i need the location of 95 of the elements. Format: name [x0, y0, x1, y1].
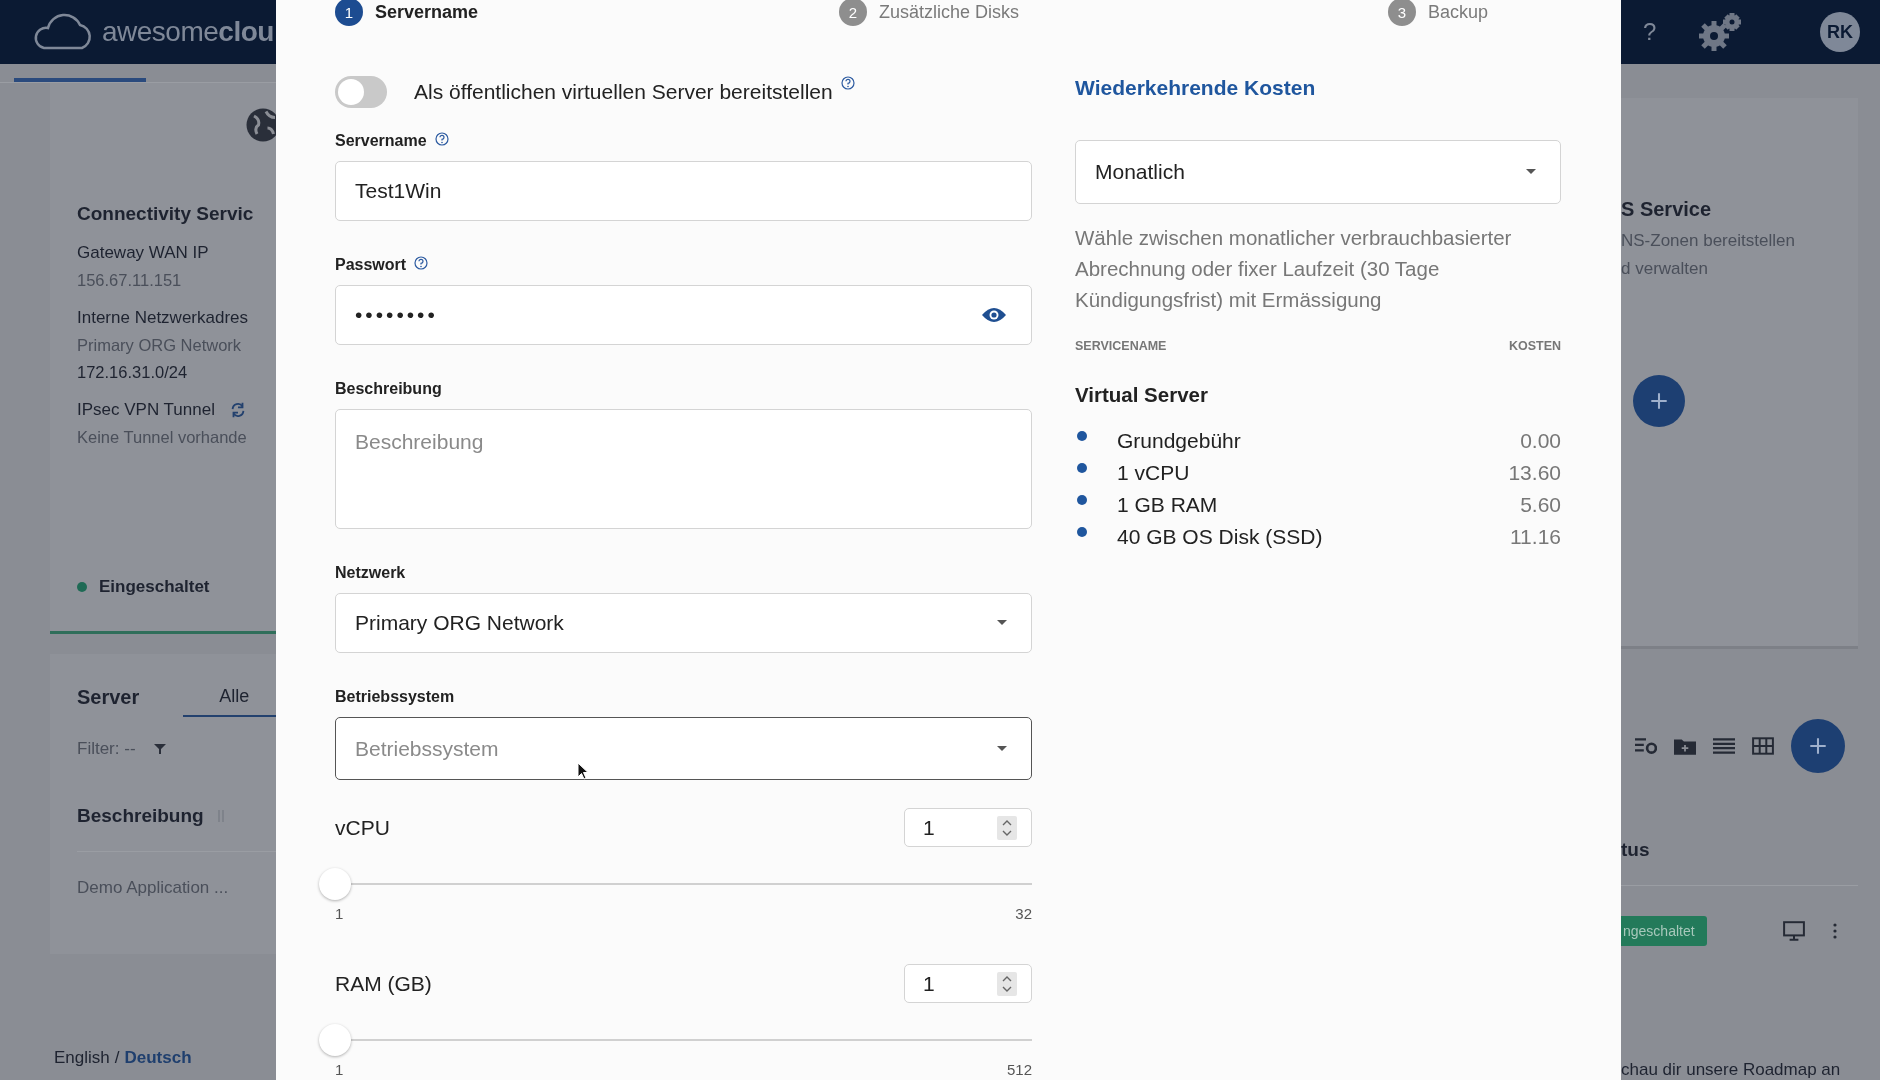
mouse-cursor-icon — [577, 762, 589, 780]
folder-icon[interactable] — [1674, 737, 1696, 755]
field-label: Passwort — [335, 256, 407, 274]
bullet-dot — [1077, 495, 1087, 505]
card-title: Connectivity Servic — [77, 203, 255, 225]
description-field[interactable]: Beschreibung — [335, 409, 1032, 529]
filter-icon[interactable] — [153, 743, 166, 755]
help-icon[interactable] — [840, 76, 855, 90]
table-cell-text: Demo Application ... — [77, 878, 230, 898]
add-button[interactable] — [1633, 375, 1685, 427]
slider-max: 32 — [1015, 905, 1032, 922]
step-number[interactable]: 3 — [1388, 0, 1416, 26]
help-icon[interactable] — [414, 256, 429, 270]
field-value: 156.67.11.151 — [77, 271, 183, 290]
spinner-icon[interactable] — [997, 815, 1017, 840]
network-select[interactable]: Primary ORG Network — [335, 593, 1032, 653]
field-label: IPsec VPN Tunnel — [77, 400, 215, 420]
os-select[interactable]: Betriebssystem — [335, 717, 1032, 780]
field-label: Interne Netzwerkadres — [77, 308, 249, 328]
column-header: SERVICENAME — [1075, 339, 1167, 353]
caret-icon — [997, 745, 1007, 752]
eye-icon[interactable] — [981, 306, 1007, 324]
help-button[interactable]: ? — [1643, 18, 1657, 46]
cost-item: 1 vCPU — [1117, 461, 1191, 485]
field-value: 172.16.31.0/24 — [77, 363, 189, 382]
slider-thumb[interactable] — [319, 1024, 351, 1056]
cost-item: 1 GB RAM — [1117, 493, 1219, 517]
bullet-dot — [1077, 463, 1087, 473]
ram-slider[interactable] — [319, 1023, 1032, 1057]
slider-min: 1 — [335, 905, 344, 922]
separator-text: / — [114, 1048, 120, 1068]
step-label[interactable]: Zusätzliche Disks — [879, 1, 1020, 23]
list-view-icon[interactable] — [1713, 737, 1735, 755]
cost-value: 0.00 — [1520, 429, 1561, 453]
cost-item: Grundgebühr — [1117, 429, 1242, 453]
bullet-dot — [1077, 527, 1087, 537]
step-number[interactable]: 1 — [335, 0, 363, 26]
card-title: S Service — [1621, 198, 1713, 221]
logo-text: awesomeclou — [102, 16, 274, 48]
vcpu-slider[interactable] — [319, 867, 1032, 901]
slider-label: vCPU — [335, 815, 390, 840]
footer-text: chau dir unsere Roadmap an — [1621, 1060, 1841, 1080]
language-link[interactable]: Deutsch — [124, 1048, 192, 1068]
toggle-switch[interactable] — [335, 76, 387, 108]
slider-max: 512 — [1006, 1061, 1032, 1078]
plus-icon — [1809, 737, 1827, 755]
user-avatar[interactable]: RK — [1820, 12, 1860, 52]
slider-min: 1 — [335, 1061, 344, 1078]
number-field[interactable]: 1 — [904, 808, 1032, 847]
monitor-icon[interactable] — [1782, 921, 1805, 941]
language-link[interactable]: English — [54, 1048, 110, 1068]
field-value: Primary ORG Network — [77, 336, 243, 355]
status-dot — [77, 582, 87, 592]
add-button[interactable] — [1791, 719, 1845, 773]
more-icon[interactable] — [1832, 923, 1837, 939]
spinner-icon[interactable] — [997, 971, 1017, 996]
info-text: Wähle zwischen monatlicher verbrauchbasierter Abrechnung oder fixer Laufzeit (30 Tage Kündigungsfrist) mit Ermässigung — [1075, 225, 1513, 313]
field-label: Betriebssystem — [335, 688, 455, 706]
field-label: Netzwerk — [335, 564, 406, 582]
servername-field[interactable]: Test1Win — [335, 161, 1032, 221]
list-settings-icon[interactable] — [1635, 737, 1657, 755]
step-label[interactable]: Backup — [1428, 1, 1489, 23]
bullet-dot — [1077, 431, 1087, 441]
field-label: Servername — [335, 132, 427, 150]
slider-thumb[interactable] — [319, 868, 351, 900]
cost-value: 5.60 — [1520, 493, 1561, 517]
column-header: tus — [1621, 839, 1858, 886]
cost-value: 11.16 — [1510, 525, 1561, 549]
field-value: Keine Tunnel vorhande — [77, 428, 248, 447]
group-title: Virtual Server — [1075, 383, 1209, 407]
card-text: d verwalten — [1621, 259, 1709, 279]
help-icon[interactable] — [434, 132, 449, 146]
card-text: NS-Zonen bereitstellen — [1621, 231, 1796, 251]
password-field[interactable]: •••••••• — [335, 285, 1032, 345]
step-label[interactable]: Servername — [375, 1, 479, 23]
grid-view-icon[interactable] — [1752, 737, 1774, 755]
period-select[interactable]: Monatlich — [1075, 140, 1561, 204]
status-badge: ngeschaltet — [1621, 916, 1707, 946]
costs-title: Wiederkehrende Kosten — [1075, 76, 1317, 100]
number-field[interactable]: 1 — [904, 964, 1032, 1003]
status-text: Eingeschaltet — [99, 577, 210, 597]
cost-item: 40 GB OS Disk (SSD) — [1117, 525, 1324, 549]
column-header: KOSTEN — [1508, 339, 1561, 353]
caret-icon — [1526, 169, 1536, 175]
column-header[interactable]: Beschreibung — [77, 805, 204, 827]
caret-icon — [997, 620, 1007, 626]
slider-label: RAM (GB) — [335, 971, 432, 996]
section-title: Server — [77, 686, 140, 710]
cost-value: 13.60 — [1508, 461, 1561, 485]
toggle-label: Als öffentlichen virtuellen Server bereitstellen — [414, 80, 833, 104]
field-label: Gateway WAN IP — [77, 243, 209, 263]
plus-icon — [1650, 392, 1668, 410]
field-label: Beschreibung — [335, 380, 442, 398]
step-number[interactable]: 2 — [839, 0, 867, 26]
filter-text: Filter: -- — [77, 739, 136, 759]
